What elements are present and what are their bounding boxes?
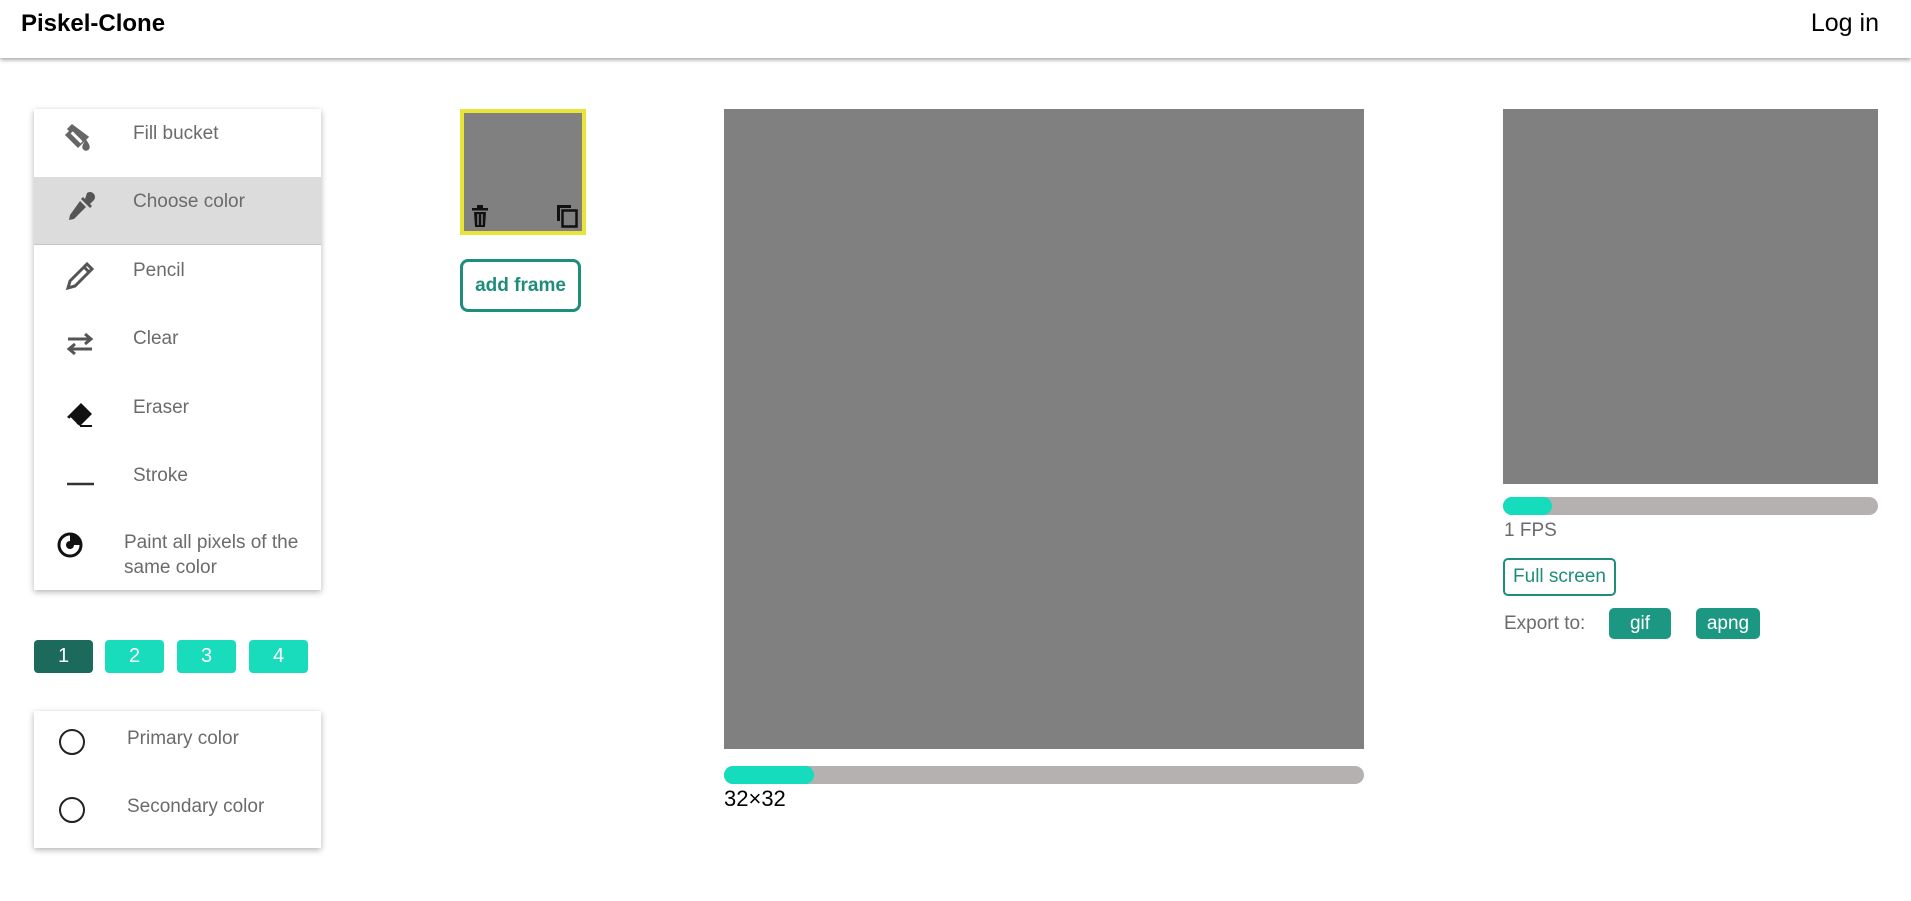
frame-thumbnail[interactable]: [460, 109, 586, 235]
duplicate-icon[interactable]: [554, 201, 580, 229]
tool-label: Choose color: [133, 191, 245, 212]
canvas-size-label: 32×32: [724, 786, 786, 811]
tool-label: Pencil: [133, 260, 185, 281]
eyedropper-icon: [60, 187, 100, 227]
tool-eraser[interactable]: Eraser: [34, 383, 321, 451]
pencil-icon: [60, 256, 100, 296]
fps-slider-fill: [1503, 497, 1552, 515]
tool-paint-same-color[interactable]: Paint all pixels of the same color: [34, 519, 321, 590]
tool-clear[interactable]: Clear: [34, 314, 321, 382]
eraser-icon: [60, 393, 100, 433]
primary-color-label: Primary color: [127, 728, 239, 749]
swap-arrows-icon: [60, 324, 100, 364]
tool-pencil[interactable]: Pencil: [34, 246, 321, 314]
tool-fill-bucket[interactable]: Fill bucket: [34, 109, 321, 177]
tool-stroke[interactable]: Stroke: [34, 451, 321, 519]
paint-all-icon: [54, 529, 86, 561]
secondary-color-label: Secondary color: [127, 796, 265, 817]
animation-preview: [1503, 109, 1878, 484]
tool-label: Stroke: [133, 465, 188, 486]
fps-label: 1 FPS: [1504, 520, 1557, 541]
stroke-line-icon: [60, 461, 100, 501]
secondary-color-swatch[interactable]: [59, 797, 85, 823]
color-panel: Primary color Secondary color: [34, 711, 321, 848]
app-title: Piskel-Clone: [21, 10, 166, 37]
tool-label: Paint all pixels of the same color: [124, 532, 299, 578]
tool-label: Clear: [133, 328, 179, 349]
login-link[interactable]: Log in: [1811, 9, 1879, 38]
tool-label: Eraser: [133, 397, 189, 418]
drawing-canvas[interactable]: [724, 109, 1364, 749]
primary-color-swatch[interactable]: [59, 729, 85, 755]
fps-slider[interactable]: [1503, 497, 1878, 515]
trash-icon[interactable]: [468, 203, 492, 229]
export-label: Export to:: [1504, 613, 1586, 634]
primary-color-picker[interactable]: Primary color: [34, 711, 321, 779]
export-apng-button[interactable]: apng: [1696, 608, 1760, 639]
canvas-size-slider-fill: [724, 766, 814, 784]
tool-panel: Fill bucket Choose color Pencil Clear Er…: [34, 109, 321, 590]
tool-choose-color[interactable]: Choose color: [34, 177, 321, 245]
pen-size-3-button[interactable]: 3: [177, 640, 236, 673]
tool-label: Fill bucket: [133, 123, 219, 144]
secondary-color-picker[interactable]: Secondary color: [34, 779, 321, 847]
fill-bucket-icon: [60, 119, 100, 159]
pen-size-1-button[interactable]: 1: [34, 640, 93, 673]
fullscreen-button[interactable]: Full screen: [1503, 558, 1616, 596]
add-frame-button[interactable]: add frame: [460, 259, 581, 312]
pen-size-4-button[interactable]: 4: [249, 640, 308, 673]
export-gif-button[interactable]: gif: [1609, 608, 1671, 639]
canvas-size-slider[interactable]: [724, 766, 1364, 784]
app-header: Piskel-Clone Log in: [0, 0, 1911, 58]
pen-size-2-button[interactable]: 2: [105, 640, 164, 673]
